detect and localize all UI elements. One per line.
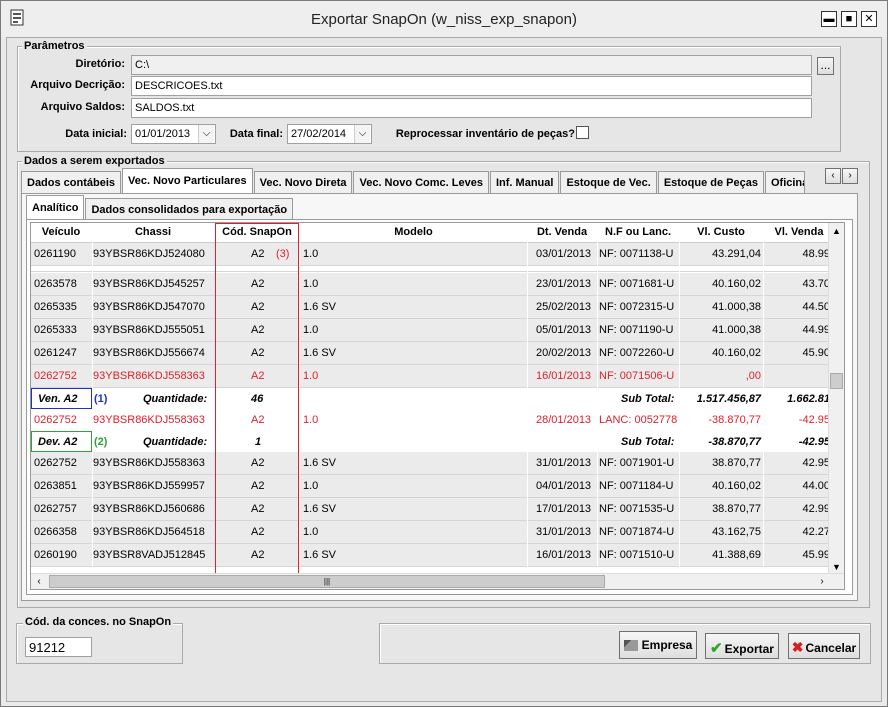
table-row[interactable]: 0261190 93YBSR86KDJ524080 A2 (3) 1.0 03/…: [31, 243, 830, 266]
table-row[interactable]: 0262752 93YBSR86KDJ558363 A2 1.0 16/01/2…: [31, 365, 829, 388]
scroll-right-icon[interactable]: ›: [814, 574, 830, 589]
scroll-left-icon[interactable]: ‹: [31, 574, 47, 589]
grid-divider: [92, 223, 93, 573]
tab-scroll-left-button[interactable]: ‹: [825, 168, 841, 184]
exportar-button[interactable]: ✔ Exportar: [705, 633, 779, 659]
diretorio-label: Diretório:: [75, 58, 126, 70]
exportar-label: Exportar: [724, 642, 774, 656]
close-button[interactable]: ✕: [861, 11, 877, 27]
data-final-field[interactable]: 27/02/2014 ⌵: [287, 124, 372, 144]
ven-group-label: Ven. A2: [31, 388, 92, 409]
data-inicial-field[interactable]: 01/01/2013 ⌵: [131, 124, 216, 144]
tab-vec-novo-direta[interactable]: Vec. Novo Direta: [253, 171, 353, 193]
data-inicial-value: 01/01/2013: [135, 128, 191, 140]
table-row[interactable]: 0266358 93YBSR86KDJ564518 A2 1.0 31/01/2…: [31, 521, 830, 544]
dev-group-label: Dev. A2: [31, 431, 92, 452]
reprocessar-checkbox[interactable]: [576, 126, 589, 139]
main-tabs: Dados contábeis Vec. Novo Particulares V…: [21, 168, 806, 194]
table-row[interactable]: 0263851 93YBSR86KDJ559957 A2 1.0 04/01/2…: [31, 475, 830, 498]
col-veiculo[interactable]: Veículo: [31, 226, 91, 238]
table-row[interactable]: 0265335 93YBSR86KDJ547070 A2 1.6 SV 25/0…: [31, 296, 830, 319]
grid-divider: [527, 223, 528, 573]
tab-analitico[interactable]: Analítico: [26, 195, 85, 221]
x-cancel-icon: ✖: [791, 639, 804, 655]
diretorio-field[interactable]: C:\: [131, 55, 812, 75]
arquivo-decricao-field[interactable]: DESCRICOES.txt: [131, 76, 812, 96]
tab-oficina[interactable]: Oficina: [764, 171, 805, 193]
tab-dados-consolidados[interactable]: Dados consolidados para exportação: [85, 198, 294, 220]
col-dt-venda[interactable]: Dt. Venda: [528, 226, 596, 238]
tab-inf-manual[interactable]: Inf. Manual: [489, 171, 560, 193]
grid-divider: [763, 223, 764, 573]
tab-estoque-pecas[interactable]: Estoque de Peças: [657, 171, 764, 193]
table-row[interactable]: 0262757 93YBSR86KDJ560686 A2 1.6 SV 17/0…: [31, 498, 830, 521]
table-row[interactable]: 0262752 93YBSR86KDJ558363 A2 1.6 SV 31/0…: [31, 452, 830, 475]
browse-button[interactable]: ...: [817, 57, 834, 75]
table-row[interactable]: 0260190 93YBSR8VADJ512845 A2 1.6 SV 16/0…: [31, 544, 830, 567]
grid-header: Veículo Chassi Cód. SnapOn Modelo Dt. Ve…: [31, 223, 844, 243]
tab-dados-contabeis[interactable]: Dados contábeis: [21, 171, 122, 193]
table-row[interactable]: 0262752 93YBSR86KDJ558363 A2 1.0 28/01/2…: [31, 409, 830, 432]
ven-subtotal-row: Ven. A2 (1) Quantidade: 46 Sub Total: 1.…: [31, 388, 830, 411]
conces-code-field[interactable]: 91212: [25, 637, 92, 657]
arquivo-decricao-label: Arquivo Decrição:: [30, 79, 125, 91]
col-vl-custo[interactable]: Vl. Custo: [680, 226, 762, 238]
conces-legend: Cód. da conces. no SnapOn: [23, 616, 174, 628]
grid-divider: [299, 223, 300, 573]
grid-divider: [597, 223, 598, 573]
window-title: Exportar SnapOn (w_niss_exp_snapon): [311, 11, 577, 28]
chevron-down-icon[interactable]: ⌵: [198, 125, 214, 143]
tab-scroll-right-button[interactable]: ›: [842, 168, 858, 184]
maximize-button[interactable]: ■: [841, 11, 857, 27]
scroll-hthumb[interactable]: |||: [49, 575, 605, 588]
chevron-down-icon[interactable]: ⌵: [354, 125, 370, 143]
col-chassi[interactable]: Chassi: [93, 226, 213, 238]
data-inicial-label: Data inicial:: [65, 128, 127, 140]
ven-marker: (1): [94, 393, 108, 405]
arquivo-saldos-label: Arquivo Saldos:: [40, 101, 125, 113]
table-row[interactable]: 0261247 93YBSR86KDJ556674 A2 1.6 SV 20/0…: [31, 342, 830, 365]
data-final-label: Data final:: [229, 128, 283, 140]
empresa-button[interactable]: Empresa: [619, 631, 697, 659]
sub-tabs: Analítico Dados consolidados para export…: [26, 195, 294, 221]
title-bar: Exportar SnapOn (w_niss_exp_snapon) ▬ ■ …: [1, 1, 887, 37]
dados-legend: Dados a serem exportados: [22, 155, 167, 167]
table-row: [31, 266, 829, 272]
tab-estoque-vec[interactable]: Estoque de Vec.: [560, 171, 657, 193]
grid-divider: [679, 223, 680, 573]
col-nf-lanc[interactable]: N.F ou Lanc.: [598, 226, 678, 238]
dev-marker: (2): [94, 436, 108, 448]
tab-vec-novo-comc-leves[interactable]: Vec. Novo Comc. Leves: [353, 171, 489, 193]
data-grid[interactable]: Veículo Chassi Cód. SnapOn Modelo Dt. Ve…: [30, 222, 845, 590]
reprocessar-label: Reprocessar inventário de peças?: [395, 128, 575, 140]
data-final-value: 27/02/2014: [291, 128, 347, 140]
parametros-legend: Parâmetros: [22, 40, 87, 52]
cod-column-highlight: [215, 223, 299, 574]
vertical-scrollbar[interactable]: ▲ ▼: [828, 223, 844, 575]
table-row[interactable]: 0265333 93YBSR86KDJ555051 A2 1.0 05/01/2…: [31, 319, 830, 342]
main-window: Exportar SnapOn (w_niss_exp_snapon) ▬ ■ …: [0, 0, 888, 707]
scroll-up-icon[interactable]: ▲: [829, 223, 844, 239]
col-vl-venda[interactable]: Vl. Venda: [764, 226, 834, 238]
scroll-thumb[interactable]: [830, 373, 843, 389]
dev-subtotal-row: Dev. A2 (2) Quantidade: 1 Sub Total: -38…: [31, 431, 830, 454]
col-modelo[interactable]: Modelo: [301, 226, 526, 238]
arquivo-saldos-field[interactable]: SALDOS.txt: [131, 98, 812, 118]
checkmark-icon: ✔: [710, 640, 723, 657]
cancelar-label: Cancelar: [805, 641, 857, 655]
horizontal-scrollbar[interactable]: ‹ ||| ›: [31, 573, 844, 589]
tab-vec-novo-particulares[interactable]: Vec. Novo Particulares: [122, 168, 253, 194]
factory-icon: [623, 640, 638, 652]
minimize-button[interactable]: ▬: [821, 11, 837, 27]
cancelar-button[interactable]: ✖ Cancelar: [788, 633, 860, 659]
empresa-label: Empresa: [641, 638, 693, 652]
table-row[interactable]: 0263578 93YBSR86KDJ545257 A2 1.0 23/01/2…: [31, 273, 830, 296]
